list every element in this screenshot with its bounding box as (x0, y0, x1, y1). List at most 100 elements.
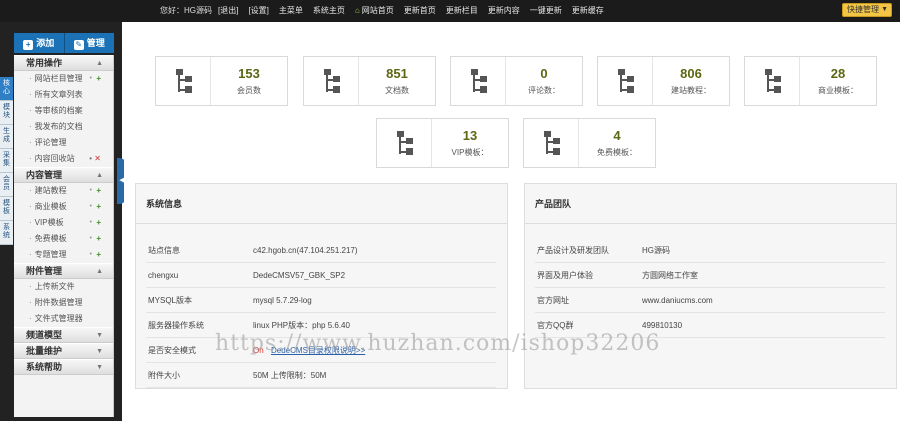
stat-value-box: 851 文档数 (359, 57, 435, 105)
stat-card: 0 评论数： (450, 56, 583, 106)
top-nav-link[interactable]: 更新内容 (488, 5, 520, 16)
info-row: MYSQL版本 mysql 5.7.29-log (146, 288, 496, 313)
edit-icon: ✎ (73, 40, 84, 50)
menu-item-label: 所有文章列表 (34, 90, 83, 99)
add-icon[interactable]: + (96, 231, 101, 247)
stat-icon-box (377, 119, 432, 167)
menu-item[interactable]: · 内容回收站 • ✕ (14, 151, 113, 167)
top-nav-label: [设置] (248, 6, 269, 15)
menu-section-header[interactable]: 内容管理 ▲ (14, 167, 113, 183)
top-nav-link[interactable]: 一键更新 (530, 5, 562, 16)
vtab-7[interactable]: 系统 (0, 221, 13, 245)
menu-item[interactable]: · 评论管理 (14, 135, 113, 151)
bullet-icon: · (29, 282, 32, 291)
team-key: 官方QQ群 (537, 321, 574, 330)
menu-section-header[interactable]: 频道模型 ▼ (14, 327, 113, 343)
menu-section-title: 系统帮助 (26, 362, 63, 372)
menu-section-header[interactable]: 常用操作 ▲ (14, 55, 113, 71)
stat-number: 13 (462, 128, 478, 143)
menu-item[interactable]: · 网站栏目管理 • + (14, 71, 113, 87)
quick-manage-button[interactable]: 快捷管理 ▼ (842, 3, 892, 17)
manage-label: 管理 (86, 38, 105, 48)
team-row: 官方QQ群 499810130 (535, 313, 885, 338)
manage-button[interactable]: ✎ 管理 (64, 33, 114, 53)
top-nav-link[interactable]: 主菜单 (279, 5, 303, 16)
menu-item[interactable]: · 上传新文件 (14, 279, 113, 295)
permission-doc-link[interactable]: DedeCMS目录权限说明>> (271, 338, 365, 363)
menu-item-label: 等审核的档案 (34, 106, 83, 115)
add-icon[interactable]: + (96, 247, 101, 263)
menu-section-title: 批量维护 (26, 346, 63, 356)
menu-section-title: 常用操作 (26, 58, 63, 68)
delete-icon[interactable]: ✕ (94, 151, 101, 167)
expand-icon: ▼ (96, 364, 103, 371)
stat-card: 4 免费模板： (523, 118, 656, 168)
bullet-icon: · (29, 90, 32, 99)
menu-item[interactable]: · 我发布的文档 (14, 119, 113, 135)
info-value: mysql 5.7.29-log (253, 296, 312, 305)
stat-label: 评论数： (528, 86, 560, 95)
bullet-icon: · (29, 186, 32, 195)
menu-item-label: 内容回收站 (34, 154, 75, 163)
add-icon[interactable]: + (96, 215, 101, 231)
vtab-3[interactable]: 生成 (0, 125, 13, 149)
menu-item[interactable]: · 专题管理 • + (14, 247, 113, 263)
menu-item[interactable]: · 附件数据管理 (14, 295, 113, 311)
menu-item-label: VIP模板 (34, 218, 64, 227)
team-key: 产品设计及研发团队 (537, 246, 609, 255)
menu-item[interactable]: · 建站教程 • + (14, 183, 113, 199)
menu-item[interactable]: · 免费模板 • + (14, 231, 113, 247)
team-key: 界面及用户体验 (537, 271, 593, 280)
stat-number: 153 (238, 66, 260, 81)
dot-icon: • (89, 251, 92, 258)
collapse-icon: ▲ (96, 268, 103, 275)
dot-icon: • (89, 235, 92, 242)
team-panel: 产品团队 产品设计及研发团队 HG源码 界面及用户体验 方圆网络工作室 官方网址 www.… (524, 183, 897, 389)
vtab-5[interactable]: 会员 (0, 173, 13, 197)
top-nav-link[interactable]: 更新栏目 (446, 5, 478, 16)
quick-manage-label: 快捷管理 (847, 5, 879, 14)
add-icon[interactable]: + (96, 71, 101, 87)
sitemap-icon (618, 69, 634, 93)
menu-item[interactable]: · VIP模板 • + (14, 215, 113, 231)
top-nav-link[interactable]: [退出] (218, 5, 238, 16)
menu-section-header[interactable]: 系统帮助 ▼ (14, 359, 113, 375)
vtab-4[interactable]: 采集 (0, 149, 13, 173)
stat-label: 商业模板： (818, 86, 858, 95)
team-row: 产品设计及研发团队 HG源码 (535, 238, 885, 263)
vtab-6[interactable]: 模板 (0, 197, 13, 221)
stat-icon-box (304, 57, 359, 105)
menu-panel: 常用操作 ▲ · 网站栏目管理 • + · 所有文章列表 · 等审核的档案 · 我发布的文档 · 评论管理… (14, 55, 114, 417)
top-nav-link[interactable]: 更新首页 (404, 5, 436, 16)
stat-value-box: 0 评论数： (506, 57, 582, 105)
add-icon[interactable]: + (96, 183, 101, 199)
sitemap-icon (544, 131, 560, 155)
add-button[interactable]: + 添加 (14, 33, 65, 53)
info-row: 附件大小 50M 上传限制：50M (146, 363, 496, 388)
menu-section-header[interactable]: 批量维护 ▼ (14, 343, 113, 359)
top-nav-link[interactable]: [设置] (248, 5, 268, 16)
menu-item[interactable]: · 文件式管理器 (14, 311, 113, 327)
dot-icon: • (89, 203, 92, 210)
top-nav-link[interactable]: ⌂ 网站首页 (355, 5, 394, 16)
menu-item[interactable]: · 所有文章列表 (14, 87, 113, 103)
info-row: 服务器操作系统 linux PHP版本：php 5.6.40 (146, 313, 496, 338)
top-nav-link[interactable]: 系统主页 (313, 5, 345, 16)
info-key: 站点信息 (148, 246, 180, 255)
menu-item[interactable]: · 商业模板 • + (14, 199, 113, 215)
vtab-1[interactable]: 核心 (0, 77, 13, 101)
menu-item-label: 我发布的文档 (34, 122, 83, 131)
dot-icon: • (89, 154, 92, 163)
info-key: 附件大小 (148, 371, 180, 380)
bullet-icon: · (29, 106, 32, 115)
bullet-icon: · (29, 218, 32, 227)
add-icon[interactable]: + (96, 199, 101, 215)
add-label: 添加 (36, 38, 55, 48)
top-nav-link[interactable]: 更新缓存 (572, 5, 604, 16)
menu-item[interactable]: · 等审核的档案 (14, 103, 113, 119)
vtab-2[interactable]: 模块 (0, 101, 13, 125)
main-content: 153 会员数 851 文档数 0 评论数： 806 建站教程： 28 商业模板： 13 VIP模板：… (124, 22, 900, 421)
menu-item-label: 文件式管理器 (34, 314, 83, 323)
stat-icon-box (451, 57, 506, 105)
menu-section-header[interactable]: 附件管理 ▲ (14, 263, 113, 279)
